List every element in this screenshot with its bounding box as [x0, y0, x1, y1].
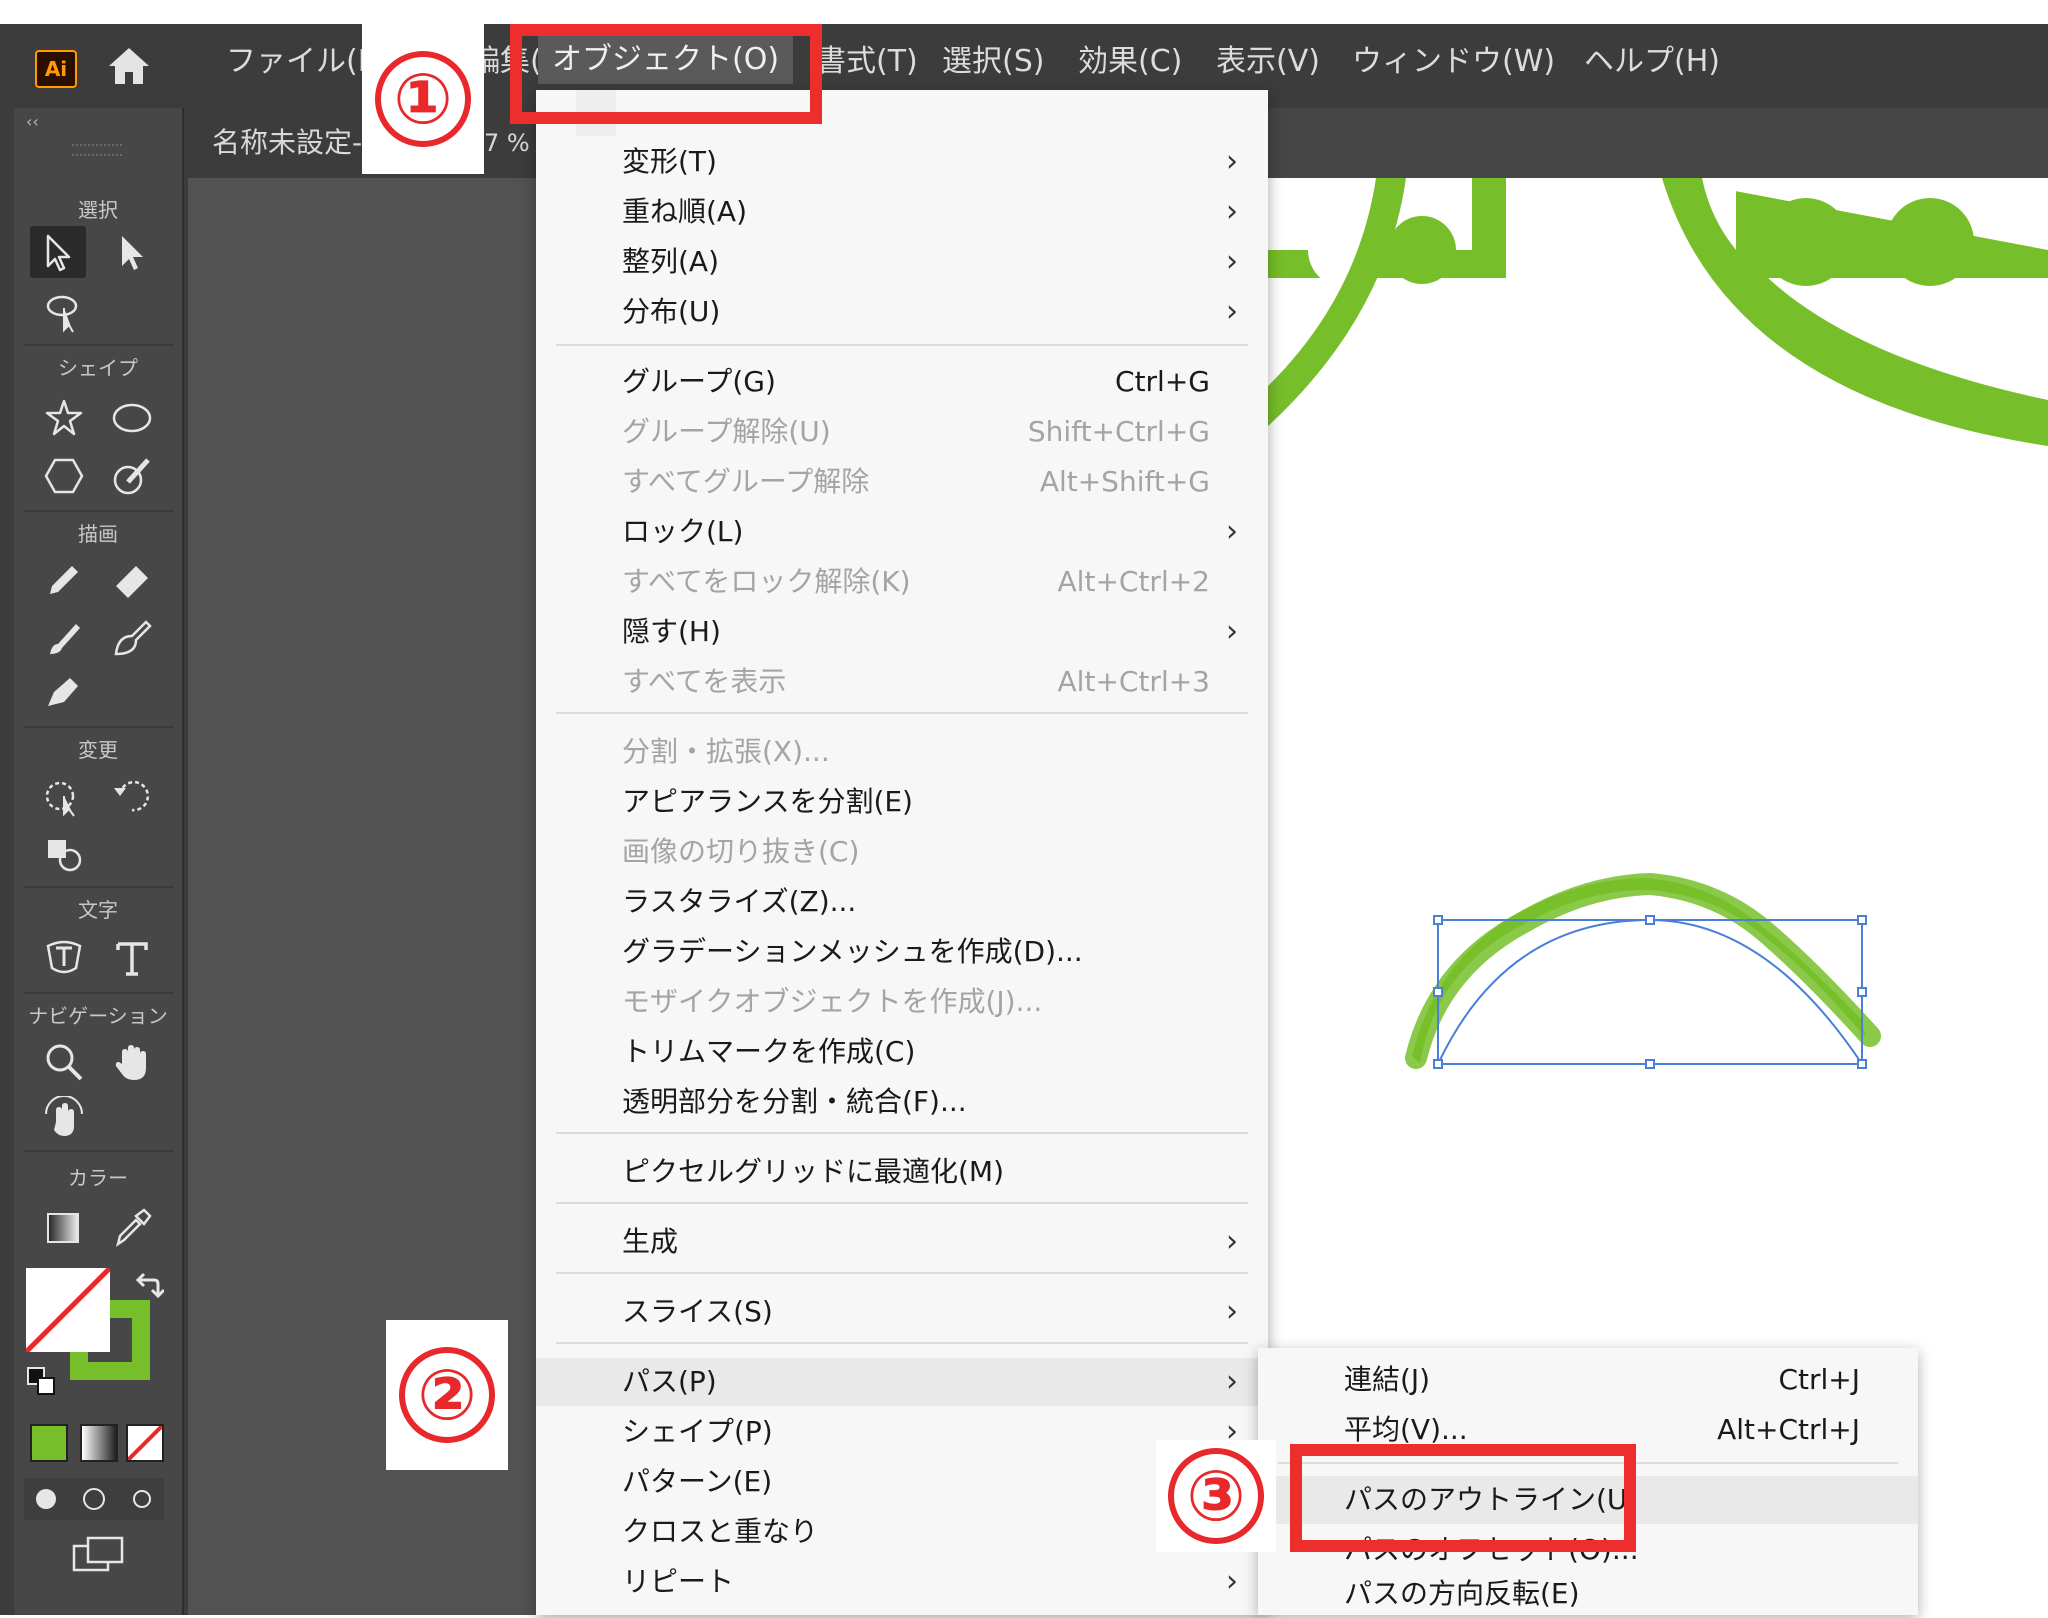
- tool-group-label-navigate: ナビゲーション: [28, 1004, 168, 1028]
- menu-item-slice[interactable]: スライス(S) ›: [536, 1288, 1268, 1336]
- menu-item-generate[interactable]: 生成 ›: [536, 1218, 1268, 1266]
- ellipse-tool-icon[interactable]: [104, 392, 160, 444]
- menu-item-hide[interactable]: 隠す(H) ›: [536, 608, 1268, 656]
- star-tool-icon[interactable]: [36, 392, 92, 444]
- step-1-number: ①: [375, 51, 471, 147]
- tool-group-label-color: カラー: [68, 1166, 128, 1190]
- menu-item-transform[interactable]: 変形(T) ›: [536, 138, 1268, 186]
- type-on-path-tool-icon[interactable]: [36, 932, 92, 984]
- toolbar-separator: [24, 344, 174, 346]
- menu-select[interactable]: 選択(S): [942, 42, 1044, 82]
- app-logo: Ai: [35, 50, 77, 88]
- tool-group-label-modify: 変更: [78, 738, 118, 762]
- menu-item-flatten-transparency[interactable]: 透明部分を分割・統合(F)...: [536, 1078, 1268, 1126]
- menu-item-ungroup-all: すべてグループ解除 Alt+Shift+G: [622, 465, 1210, 498]
- step-3-number: ③: [1168, 1448, 1264, 1544]
- step-1-highlight-box: [510, 24, 822, 124]
- direct-selection-tool-icon[interactable]: [104, 226, 160, 278]
- menu-item-show-all: すべてを表示 Alt+Ctrl+3: [622, 665, 1210, 698]
- paintbrush-tool-icon[interactable]: [36, 612, 92, 664]
- menu-item-expand: 分割・拡張(X)...: [622, 735, 830, 768]
- toolbar-separator: [24, 1150, 174, 1152]
- step-3-highlight-box: [1290, 1444, 1636, 1552]
- menu-item-distribute[interactable]: 分布(U) ›: [536, 288, 1268, 336]
- menu-item-object-mosaic: モザイクオブジェクトを作成(J)...: [622, 985, 1043, 1018]
- menu-help[interactable]: ヘルプ(H): [1584, 42, 1720, 82]
- toolbar-separator: [24, 726, 174, 728]
- rotate-view-tool-icon[interactable]: [36, 1092, 92, 1144]
- blob-brush-tool-icon[interactable]: [104, 612, 160, 664]
- home-icon[interactable]: [105, 42, 153, 90]
- zoom-tool-icon[interactable]: [36, 1036, 92, 1088]
- screenshot-top-margin: [0, 0, 2048, 24]
- menu-separator: [556, 1132, 1248, 1134]
- submenu-item-reverse-path[interactable]: パスの方向反転(E): [1258, 1570, 1918, 1618]
- menu-window[interactable]: ウィンドウ(W): [1352, 42, 1555, 82]
- object-dropdown-menu: 変形(T) › 重ね順(A) › 整列(A) › 分布(U) › グループ(G) Ctrl…: [536, 90, 1268, 1615]
- menu-item-trim-marks[interactable]: トリムマークを作成(C): [536, 1028, 1268, 1076]
- step-1-callout: ①: [362, 24, 484, 174]
- menu-item-arrange[interactable]: 重ね順(A) ›: [536, 188, 1268, 236]
- fill-color-button[interactable]: [30, 1424, 68, 1462]
- tool-group-label-type: 文字: [78, 898, 118, 922]
- free-transform-tool-icon[interactable]: [36, 770, 92, 822]
- toolbar-separator: [24, 992, 174, 994]
- toolbar-collapse-button[interactable]: ‹‹: [26, 112, 39, 131]
- menu-item-crop-image: 画像の切り抜き(C): [622, 835, 860, 868]
- menu-separator: [556, 1202, 1248, 1204]
- tool-group-label-select: 選択: [78, 198, 118, 222]
- eraser-tool-icon[interactable]: [104, 554, 160, 606]
- menu-item-rasterize[interactable]: ラスタライズ(Z)...: [536, 878, 1268, 926]
- menu-type[interactable]: 書式(T): [816, 42, 918, 82]
- tool-group-label-shape: シェイプ: [58, 356, 138, 380]
- menu-item-unlock-all: すべてをロック解除(K) Alt+Ctrl+2: [622, 565, 1210, 598]
- menu-item-align[interactable]: 整列(A) ›: [536, 238, 1268, 286]
- shape-builder-tool-icon[interactable]: [36, 828, 92, 880]
- menu-item-path[interactable]: パス(P) ›: [536, 1358, 1268, 1406]
- rotate-tool-icon[interactable]: [104, 770, 160, 822]
- menu-item-repeat[interactable]: リピート ›: [536, 1558, 1268, 1606]
- shaper-tool-icon[interactable]: [104, 450, 160, 502]
- none-color-button[interactable]: [126, 1424, 164, 1462]
- pencil-tool-icon[interactable]: [36, 554, 92, 606]
- gradient-button[interactable]: [80, 1424, 118, 1462]
- default-colors-icon[interactable]: [26, 1366, 56, 1396]
- menu-separator: [556, 712, 1248, 714]
- toolbar-grip[interactable]: [72, 144, 122, 156]
- step-3-callout: ③: [1156, 1440, 1276, 1552]
- swap-colors-icon[interactable]: [134, 1272, 166, 1302]
- menu-item-group[interactable]: グループ(G) Ctrl+G: [536, 358, 1268, 406]
- step-2-callout: ②: [386, 1320, 508, 1470]
- gradient-tool-icon[interactable]: [36, 1202, 92, 1254]
- selection-tool-icon[interactable]: [30, 226, 86, 278]
- tool-group-label-draw: 描画: [78, 522, 118, 546]
- menu-item-gradient-mesh[interactable]: グラデーションメッシュを作成(D)...: [536, 928, 1268, 976]
- pen-tool-icon[interactable]: [36, 666, 92, 718]
- toolbar-separator: [24, 886, 174, 888]
- hand-tool-icon[interactable]: [104, 1036, 160, 1088]
- menu-item-expand-appearance[interactable]: アピアランスを分割(E): [536, 778, 1268, 826]
- menu-item-pixel-perfect[interactable]: ピクセルグリッドに最適化(M): [536, 1148, 1268, 1196]
- screen-mode-icon[interactable]: [70, 1534, 126, 1574]
- type-tool-icon[interactable]: [104, 932, 160, 984]
- menu-item-ungroup: グループ解除(U) Shift+Ctrl+G: [622, 415, 1210, 448]
- polygon-tool-icon[interactable]: [36, 450, 92, 502]
- draw-mode-icon[interactable]: [24, 1478, 164, 1520]
- eyedropper-tool-icon[interactable]: [104, 1202, 160, 1254]
- lasso-tool-icon[interactable]: [36, 286, 92, 338]
- menu-effect[interactable]: 効果(C): [1078, 42, 1182, 82]
- menu-separator: [556, 1342, 1248, 1344]
- menu-view[interactable]: 表示(V): [1216, 42, 1320, 82]
- toolbar-separator: [24, 510, 174, 512]
- fill-swatch-icon[interactable]: [26, 1268, 110, 1352]
- submenu-item-join[interactable]: 連結(J) Ctrl+J: [1258, 1356, 1918, 1404]
- menu-item-lock[interactable]: ロック(L) ›: [536, 508, 1268, 556]
- menu-separator: [556, 1272, 1248, 1274]
- step-2-number: ②: [399, 1347, 495, 1443]
- menu-separator: [556, 344, 1248, 346]
